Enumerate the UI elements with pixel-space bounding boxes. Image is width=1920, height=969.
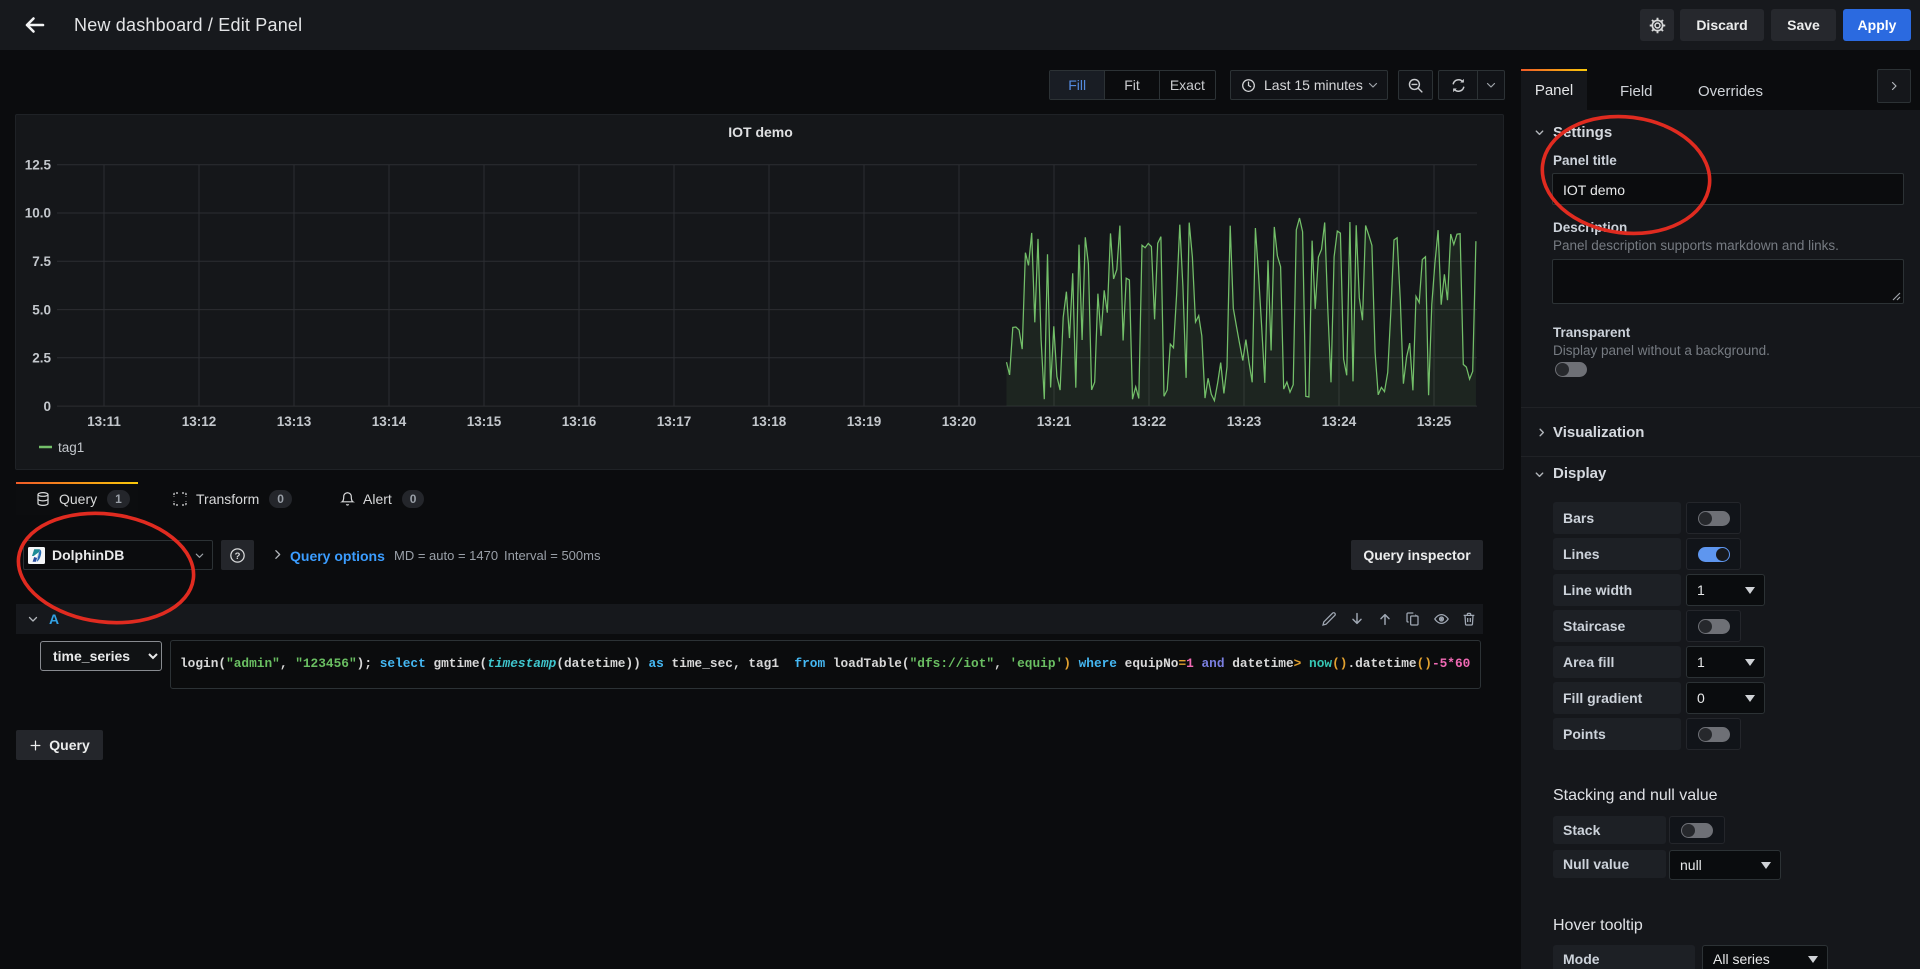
svg-text:13:14: 13:14 [372, 414, 407, 429]
svg-text:13:17: 13:17 [657, 414, 692, 429]
svg-text:13:15: 13:15 [467, 414, 502, 429]
svg-text:10.0: 10.0 [25, 206, 51, 221]
svg-text:7.5: 7.5 [32, 254, 51, 269]
svg-text:?: ? [235, 550, 241, 561]
svg-text:5.0: 5.0 [32, 302, 51, 317]
svg-text:13:11: 13:11 [87, 414, 121, 429]
svg-text:13:21: 13:21 [1037, 414, 1072, 429]
svg-text:13:13: 13:13 [277, 414, 312, 429]
svg-text:0: 0 [43, 399, 51, 414]
svg-text:13:24: 13:24 [1322, 414, 1357, 429]
svg-text:13:19: 13:19 [847, 414, 882, 429]
svg-text:13:12: 13:12 [182, 414, 217, 429]
svg-text:13:18: 13:18 [752, 414, 787, 429]
svg-text:13:20: 13:20 [942, 414, 977, 429]
svg-text:13:25: 13:25 [1417, 414, 1452, 429]
svg-text:13:16: 13:16 [562, 414, 597, 429]
svg-text:2.5: 2.5 [32, 351, 51, 366]
svg-text:tag1: tag1 [58, 440, 84, 455]
svg-text:12.5: 12.5 [25, 157, 52, 172]
svg-text:13:22: 13:22 [1132, 414, 1167, 429]
svg-text:13:23: 13:23 [1227, 414, 1262, 429]
